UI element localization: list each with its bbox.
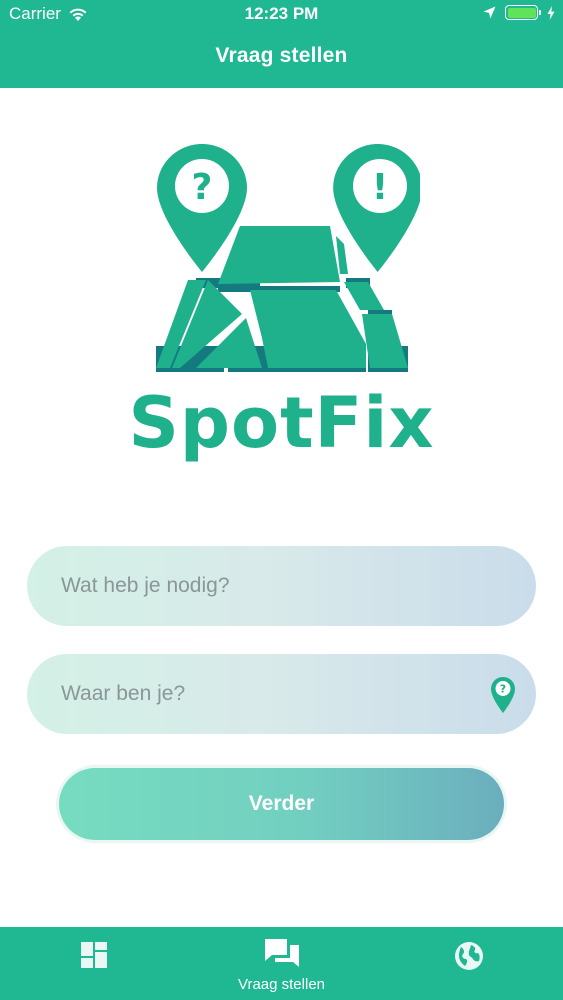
next-button[interactable]: Verder bbox=[59, 768, 504, 840]
battery-level-fill bbox=[507, 7, 536, 18]
status-right bbox=[483, 5, 555, 20]
brand-name: SpotFix bbox=[128, 382, 435, 464]
status-bar: Carrier 12:23 PM bbox=[0, 0, 563, 30]
tab-ask-question[interactable]: Vraag stellen bbox=[188, 927, 376, 1000]
logo-question-mark: ? bbox=[192, 167, 213, 208]
battery-cap bbox=[539, 10, 541, 15]
next-button-frame: Verder bbox=[56, 765, 507, 843]
location-pin-mark: ? bbox=[500, 683, 506, 696]
need-input[interactable] bbox=[27, 546, 536, 626]
chat-bubbles-icon bbox=[264, 939, 299, 967]
tab-dashboard[interactable] bbox=[0, 927, 188, 1000]
globe-icon bbox=[455, 942, 484, 970]
location-field[interactable]: ? bbox=[27, 654, 536, 734]
page-title: Vraag stellen bbox=[215, 44, 348, 67]
logo-exclamation-mark: ! bbox=[372, 167, 388, 208]
location-arrow-icon bbox=[483, 6, 496, 19]
logo-exclamation-pin-icon bbox=[333, 144, 420, 272]
spotfix-map-logo-icon: ? ! bbox=[156, 144, 420, 372]
tab-ask-question-label: Vraag stellen bbox=[238, 976, 325, 993]
status-time: 12:23 PM bbox=[244, 4, 319, 23]
location-input[interactable] bbox=[27, 654, 536, 734]
battery-icon bbox=[505, 5, 541, 20]
location-pin-icon[interactable]: ? bbox=[490, 676, 516, 714]
tab-bar: Vraag stellen bbox=[0, 927, 563, 1000]
tab-globe[interactable] bbox=[375, 927, 563, 1000]
charging-bolt-icon bbox=[547, 5, 555, 20]
header: Carrier 12:23 PM Vraag stellen bbox=[0, 0, 563, 88]
dashboard-icon bbox=[80, 942, 107, 968]
need-field[interactable] bbox=[27, 546, 536, 626]
